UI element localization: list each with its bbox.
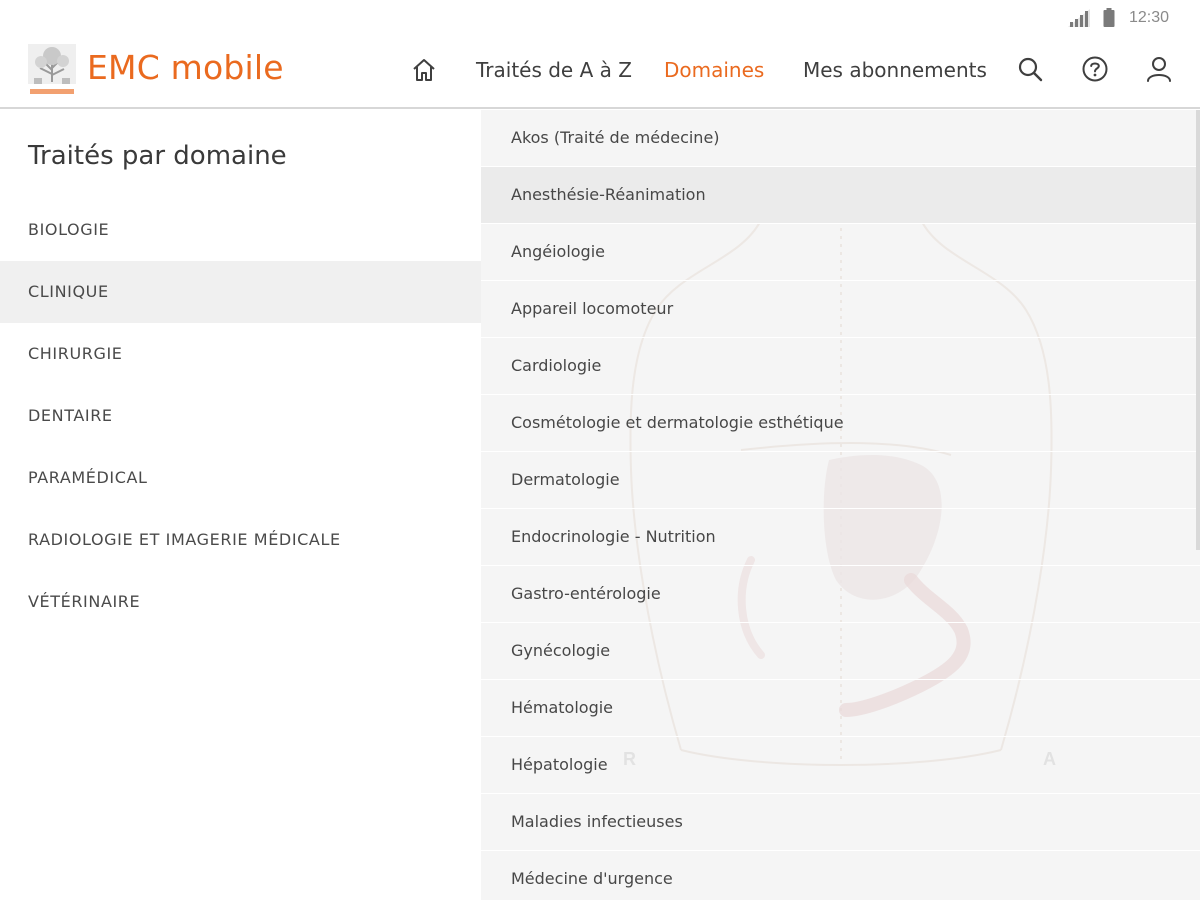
specialty-item-appareil-locomoteur[interactable]: Appareil locomoteur (481, 281, 1200, 338)
specialty-item-dermatologie[interactable]: Dermatologie (481, 452, 1200, 509)
domain-item-paramedical[interactable]: PARAMÉDICAL (0, 447, 481, 509)
domain-item-biologie[interactable]: BIOLOGIE (0, 199, 481, 261)
domain-item-chirurgie[interactable]: CHIRURGIE (0, 323, 481, 385)
specialty-panel: R A Akos (Traité de médecine) Anesthésie… (481, 110, 1200, 900)
nav-mes-abonnements[interactable]: Mes abonnements (803, 58, 987, 82)
specialty-item-anesthesie-reanimation[interactable]: Anesthésie-Réanimation (481, 167, 1200, 224)
domain-item-dentaire[interactable]: DENTAIRE (0, 385, 481, 447)
domain-item-clinique[interactable]: CLINIQUE (0, 261, 481, 323)
signal-icon (1068, 9, 1090, 27)
specialty-item-medecine-urgence[interactable]: Médecine d'urgence (481, 851, 1200, 900)
user-icon[interactable] (1145, 55, 1173, 83)
specialty-item-maladies-infectieuses[interactable]: Maladies infectieuses (481, 794, 1200, 851)
specialty-item-cardiologie[interactable]: Cardiologie (481, 338, 1200, 395)
domain-list: BIOLOGIE CLINIQUE CHIRURGIE DENTAIRE PAR… (0, 199, 481, 633)
specialty-item-hepatologie[interactable]: Hépatologie (481, 737, 1200, 794)
app-header: EMC mobile Traités de A à Z Domaines Mes… (0, 36, 1200, 109)
domain-panel: Traités par domaine BIOLOGIE CLINIQUE CH… (0, 110, 481, 900)
specialty-item-akos[interactable]: Akos (Traité de médecine) (481, 110, 1200, 167)
help-icon[interactable] (1081, 55, 1109, 83)
specialty-item-gynecologie[interactable]: Gynécologie (481, 623, 1200, 680)
status-time: 12:30 (1129, 9, 1170, 26)
home-icon[interactable] (410, 56, 438, 84)
elsevier-logo[interactable] (26, 42, 78, 98)
specialty-list: Akos (Traité de médecine) Anesthésie-Réa… (481, 110, 1200, 900)
specialty-item-hematologie[interactable]: Hématologie (481, 680, 1200, 737)
search-icon[interactable] (1016, 55, 1044, 83)
page-title: Traités par domaine (28, 141, 287, 171)
scrollbar[interactable] (1196, 110, 1200, 550)
specialty-item-endocrinologie[interactable]: Endocrinologie - Nutrition (481, 509, 1200, 566)
domain-item-radiologie[interactable]: RADIOLOGIE ET IMAGERIE MÉDICALE (0, 509, 481, 571)
nav-traites-a-z[interactable]: Traités de A à Z (476, 58, 632, 82)
specialty-item-angeiologie[interactable]: Angéiologie (481, 224, 1200, 281)
battery-icon (1103, 8, 1115, 27)
specialty-item-cosmetologie[interactable]: Cosmétologie et dermatologie esthétique (481, 395, 1200, 452)
app-title: EMC mobile (87, 48, 284, 87)
status-bar: 12:30 (0, 0, 1200, 36)
nav-domaines[interactable]: Domaines (664, 58, 764, 82)
domain-item-veterinaire[interactable]: VÉTÉRINAIRE (0, 571, 481, 633)
specialty-item-gastro-enterologie[interactable]: Gastro-entérologie (481, 566, 1200, 623)
